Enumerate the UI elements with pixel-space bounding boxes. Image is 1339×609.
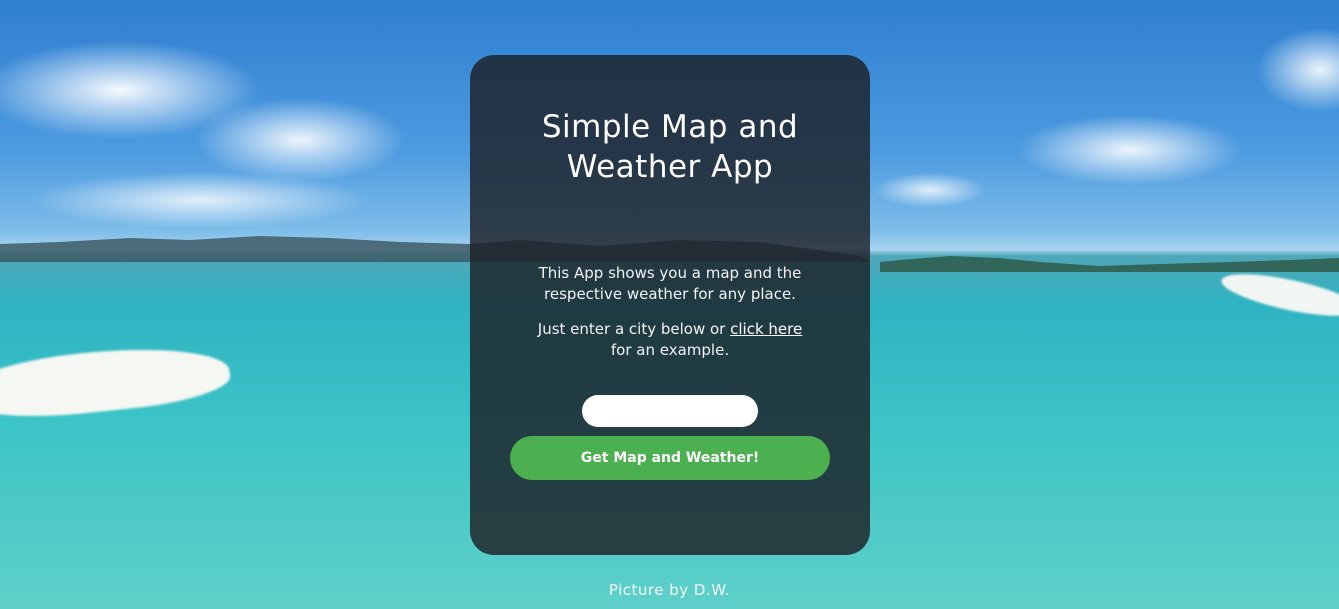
app-instruction: Just enter a city below or click here fo… bbox=[510, 319, 830, 361]
app-description: This App shows you a map and the respect… bbox=[538, 264, 802, 303]
get-map-weather-button[interactable]: Get Map and Weather! bbox=[510, 436, 830, 480]
city-input[interactable] bbox=[582, 395, 758, 427]
instruction-text-before: Just enter a city below or bbox=[537, 320, 726, 338]
picture-credit: Picture by D.W. bbox=[608, 581, 731, 599]
intro-card: Simple Map and Weather App This App show… bbox=[470, 55, 870, 555]
page-title: Simple Map and Weather App bbox=[541, 109, 799, 185]
instruction-text-after: for an example. bbox=[610, 341, 730, 359]
example-link[interactable]: click here bbox=[730, 320, 802, 338]
